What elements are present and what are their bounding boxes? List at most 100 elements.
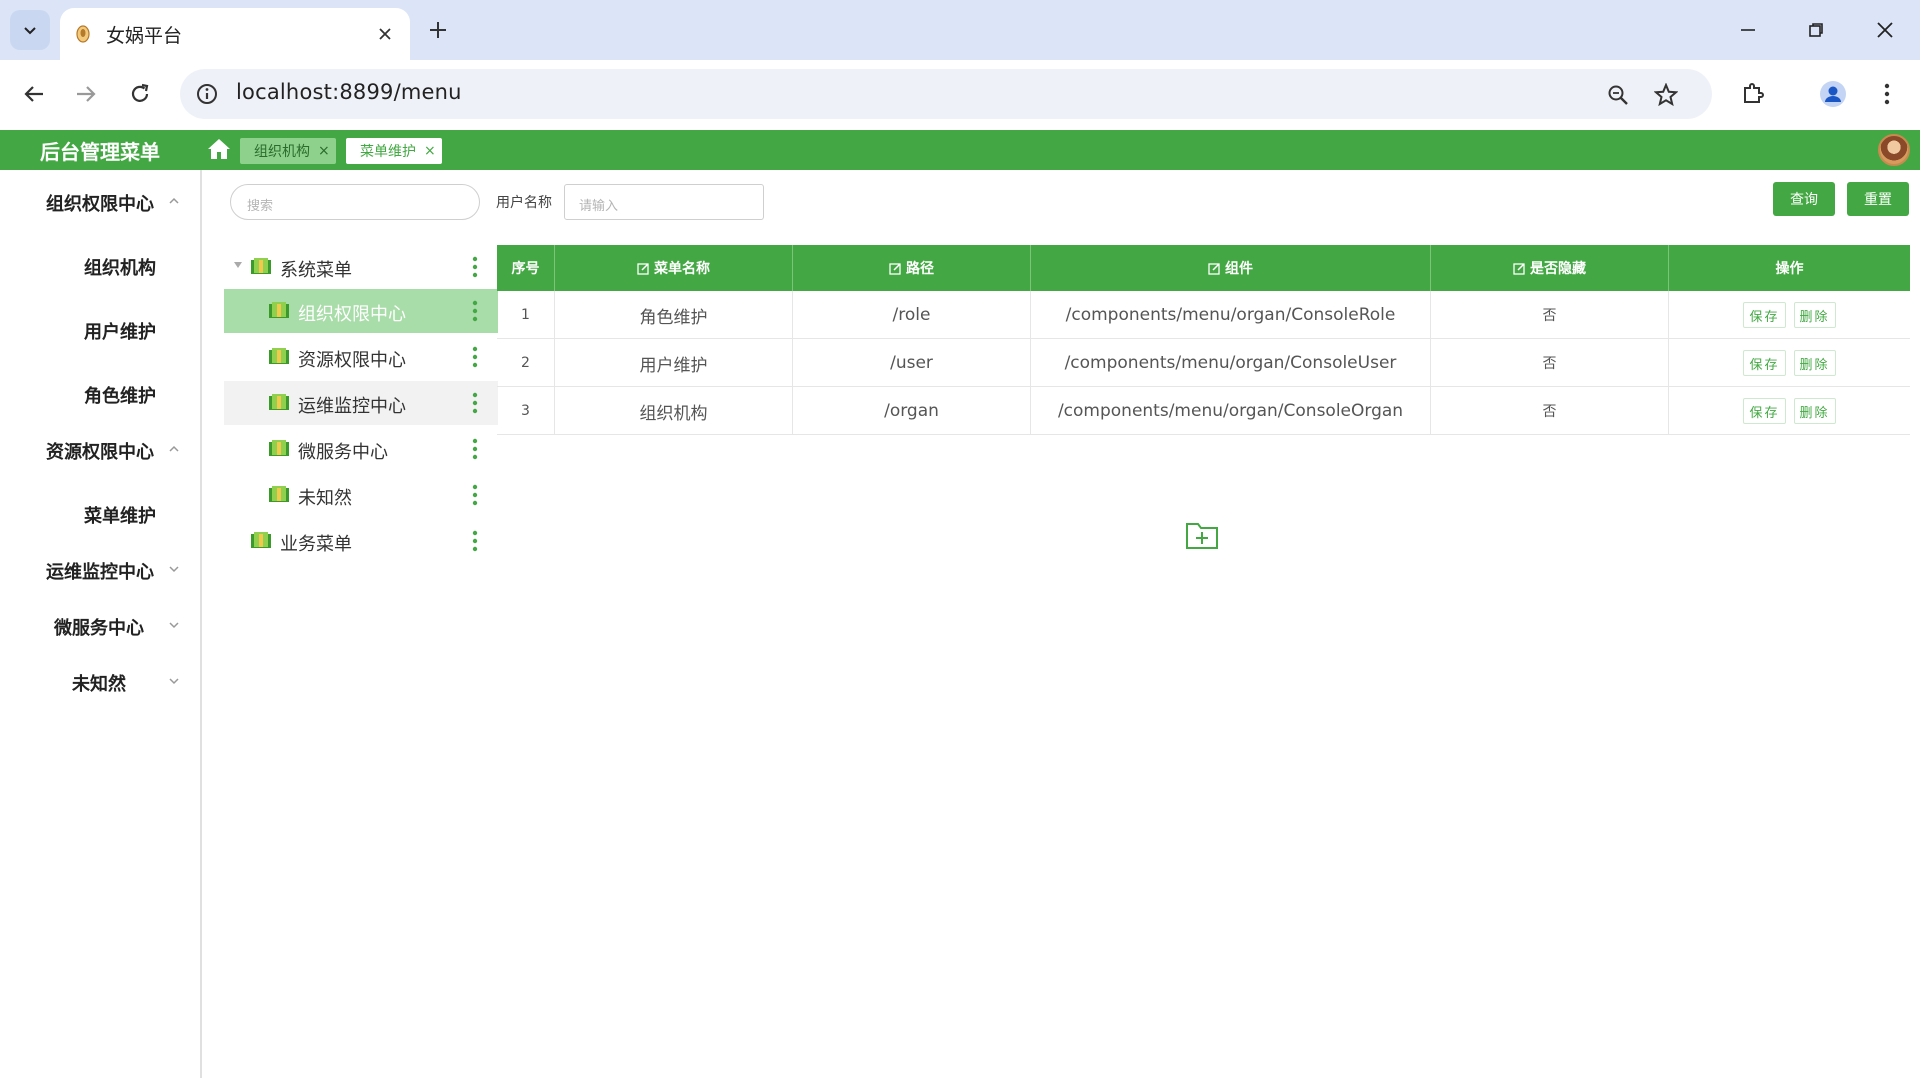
address-bar[interactable]: localhost:8899/menu [180, 69, 1712, 119]
username-input[interactable]: 请输入 [564, 184, 764, 220]
folder-icon [269, 486, 289, 502]
cell-hidden[interactable]: 否 [1431, 291, 1669, 339]
extensions-button[interactable] [1733, 74, 1773, 114]
folder-icon [251, 532, 271, 548]
home-icon[interactable] [206, 136, 232, 162]
chevron-down-icon [24, 27, 36, 35]
minimize-icon [1741, 29, 1755, 31]
chevron-down-icon [169, 678, 179, 685]
tab-organ[interactable]: 组织机构 × [240, 138, 336, 164]
delete-button[interactable]: 删除 [1793, 398, 1836, 424]
delete-button[interactable]: 删除 [1793, 350, 1836, 376]
tab-close-icon[interactable]: × [318, 143, 330, 159]
cell-path[interactable]: /role [793, 291, 1031, 339]
minimize-button[interactable] [1723, 10, 1773, 50]
browser-tab-title: 女娲平台 [106, 24, 183, 47]
cell-menu-name[interactable]: 角色维护 [555, 291, 793, 339]
restore-icon [1809, 23, 1823, 37]
more-options-icon[interactable] [472, 529, 478, 553]
tree-node-label: 业务菜单 [280, 534, 352, 555]
cell-path[interactable]: /user [793, 339, 1031, 387]
site-info-icon[interactable] [194, 81, 220, 107]
sidebar: 组织权限中心 组织机构 用户维护 角色维护 资源权限中心 菜单维护 运维监控中心… [0, 170, 202, 1078]
browser-toolbar: localhost:8899/menu [0, 60, 1920, 130]
reload-button[interactable] [120, 74, 160, 114]
sidebar-item-label: 微服务中心 [54, 618, 144, 639]
tab-search-button[interactable] [10, 10, 50, 50]
tree-node-org-permission[interactable]: 组织权限中心 [224, 289, 498, 333]
main-content: 搜索 用户名称 请输入 查询 重置 系统菜单 组织权限中心 资源权限中心 运维监… [202, 170, 1920, 1078]
tree-node-resource-permission[interactable]: 资源权限中心 [224, 335, 498, 379]
forward-button[interactable] [66, 74, 106, 114]
edit-icon [1208, 262, 1220, 275]
tab-label: 菜单维护 [360, 144, 416, 160]
tab-close-icon[interactable]: × [424, 143, 436, 159]
edit-icon [889, 262, 901, 275]
cell-actions: 保存 删除 [1669, 387, 1910, 435]
sidebar-item-label: 菜单维护 [84, 506, 156, 527]
tree-node-unknown[interactable]: 未知然 [224, 473, 498, 517]
cell-hidden[interactable]: 否 [1431, 339, 1669, 387]
more-options-icon[interactable] [472, 391, 478, 415]
restore-button[interactable] [1791, 10, 1841, 50]
table-row: 2 用户维护 /user /components/menu/organ/Cons… [497, 339, 1910, 387]
user-avatar[interactable] [1878, 134, 1910, 166]
delete-button[interactable]: 删除 [1793, 302, 1836, 328]
tree-node-label: 运维监控中心 [298, 396, 406, 417]
tree-node-system-menu[interactable]: 系统菜单 [224, 245, 498, 289]
save-button[interactable]: 保存 [1743, 398, 1786, 424]
tab-strip: 女娲平台 [0, 0, 1920, 60]
tree-node-microservice[interactable]: 微服务中心 [224, 427, 498, 471]
query-button[interactable]: 查询 [1773, 182, 1835, 216]
browser-chrome: 女娲平台 localhost:8899/menu [0, 0, 1920, 130]
browser-menu-button[interactable] [1867, 74, 1907, 114]
kebab-menu-icon [1884, 83, 1890, 105]
cell-component[interactable]: /components/menu/organ/ConsoleOrgan [1031, 387, 1431, 435]
reload-icon [131, 83, 149, 102]
back-button[interactable] [14, 74, 54, 114]
more-options-icon[interactable] [472, 255, 478, 279]
cell-menu-name[interactable]: 组织机构 [555, 387, 793, 435]
tree-search-input[interactable]: 搜索 [230, 184, 480, 220]
column-header: 是否隐藏 [1431, 245, 1669, 291]
new-tab-button[interactable] [424, 16, 452, 44]
chevron-down-icon [169, 566, 179, 573]
more-options-icon[interactable] [472, 345, 478, 369]
bookmark-star-icon[interactable] [1652, 81, 1680, 109]
add-folder-icon[interactable] [1185, 520, 1219, 550]
favicon-icon [74, 23, 92, 45]
close-icon[interactable] [374, 23, 396, 45]
tree-node-ops-monitor[interactable]: 运维监控中心 [224, 381, 498, 425]
cell-hidden[interactable]: 否 [1431, 387, 1669, 435]
cell-component[interactable]: /components/menu/organ/ConsoleRole [1031, 291, 1431, 339]
cell-menu-name[interactable]: 用户维护 [555, 339, 793, 387]
cell-index: 3 [497, 387, 555, 435]
folder-icon [251, 258, 271, 274]
more-options-icon[interactable] [472, 437, 478, 461]
cell-component[interactable]: /components/menu/organ/ConsoleUser [1031, 339, 1431, 387]
browser-tab[interactable]: 女娲平台 [60, 8, 410, 60]
profile-button[interactable] [1813, 74, 1853, 114]
profile-avatar-icon [1820, 81, 1846, 107]
caret-down-icon[interactable] [234, 262, 242, 268]
window-close-button[interactable] [1860, 10, 1910, 50]
tree-node-label: 未知然 [298, 488, 352, 509]
save-button[interactable]: 保存 [1743, 350, 1786, 376]
tree-node-business-menu[interactable]: 业务菜单 [224, 519, 498, 563]
plus-icon [430, 22, 446, 38]
save-button[interactable]: 保存 [1743, 302, 1786, 328]
arrow-right-icon [77, 86, 96, 102]
sidebar-item-label: 用户维护 [84, 322, 156, 343]
more-options-icon[interactable] [472, 483, 478, 507]
tab-menu-maintenance[interactable]: 菜单维护 × [346, 138, 442, 164]
cell-index: 1 [497, 291, 555, 339]
cell-path[interactable]: /organ [793, 387, 1031, 435]
zoom-icon[interactable] [1604, 81, 1632, 109]
edit-icon [637, 262, 649, 275]
url-text: localhost:8899/menu [236, 80, 462, 104]
reset-button[interactable]: 重置 [1847, 182, 1909, 216]
tree-node-label: 系统菜单 [280, 260, 352, 281]
folder-icon [269, 302, 289, 318]
close-icon [1877, 22, 1893, 38]
more-options-icon[interactable] [472, 299, 478, 323]
